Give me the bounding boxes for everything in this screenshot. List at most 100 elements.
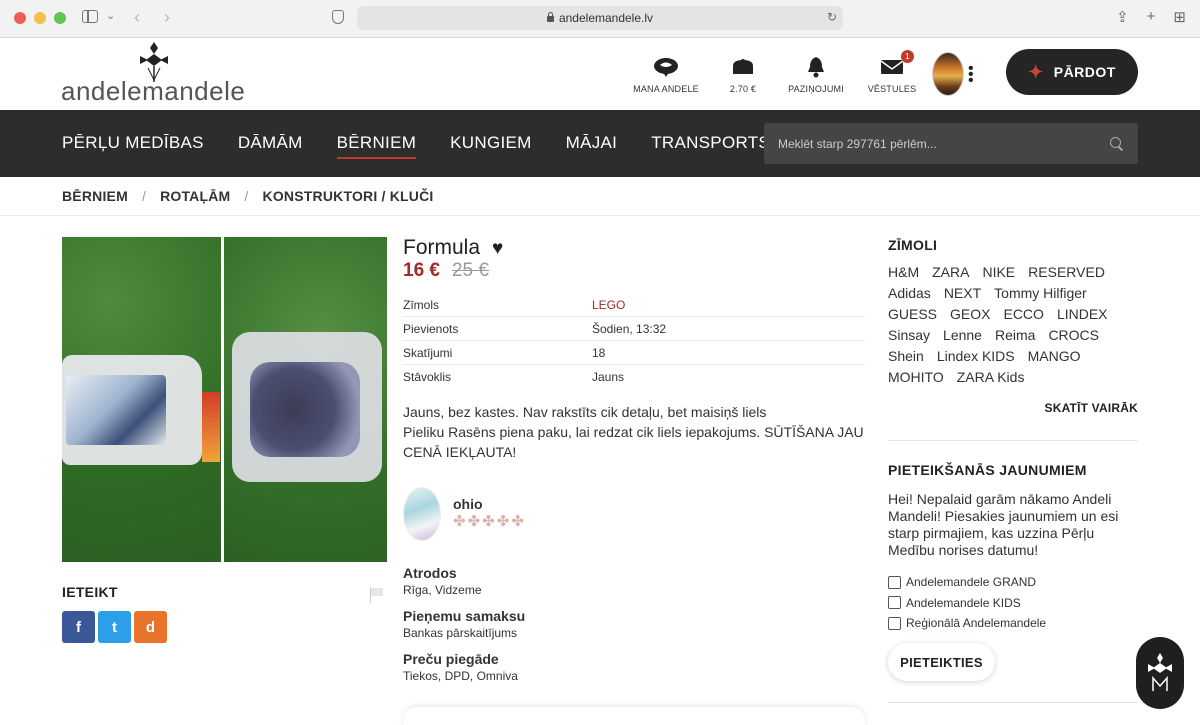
brand-link[interactable]: ZARA Kids <box>957 369 1025 386</box>
rating-star-icon: ✤ <box>467 513 481 530</box>
reload-icon[interactable]: ↻ <box>827 10 837 24</box>
description-line-2: Pieliku Rasēns piena paku, lai redzat ci… <box>403 424 864 460</box>
sell-button[interactable]: ✦ PĀRDOT <box>1006 49 1138 95</box>
payment-value: Bankas pārskaitījums <box>403 626 518 640</box>
brand-link[interactable]: GUESS <box>888 306 937 323</box>
brand-link[interactable]: Sinsay <box>888 327 930 344</box>
checkbox[interactable] <box>888 575 901 589</box>
divider <box>888 440 1138 441</box>
brand-link[interactable]: Lenne <box>943 327 982 344</box>
search-icon[interactable] <box>1110 136 1124 151</box>
bell-icon <box>806 56 826 78</box>
back-icon[interactable]: ‹ <box>134 7 140 28</box>
new-tab-icon[interactable]: + <box>1147 8 1156 26</box>
balance-link[interactable]: 2.70 € <box>708 56 778 94</box>
delivery-title: Preču piegāde <box>403 651 499 667</box>
option-label: Andelemandele GRAND <box>906 575 1037 590</box>
brand-link[interactable]: NIKE <box>982 264 1015 281</box>
mana-andele-label: MANA ANDELE <box>633 84 699 94</box>
floating-logo-button[interactable] <box>1136 637 1184 709</box>
product-photo-2[interactable] <box>224 237 387 562</box>
report-flag-icon[interactable] <box>370 587 384 603</box>
main-navigation: PĒRĻU MEDĪBAS DĀMĀM BĒRNIEM KUNGIEM MĀJA… <box>0 110 1200 177</box>
messages-badge: 1 <box>901 50 914 63</box>
nav-item-kungiem[interactable]: KUNGIEM <box>450 133 531 155</box>
tab-overview-icon[interactable]: ⊞ <box>1173 8 1186 26</box>
checkbox[interactable] <box>888 616 901 630</box>
nav-item-majai[interactable]: MĀJAI <box>566 133 618 155</box>
brand-link[interactable]: Reima <box>995 327 1035 344</box>
breadcrumb-separator: / <box>141 188 147 204</box>
option-label: Andelemandele KIDS <box>906 595 1021 610</box>
brand-link[interactable]: CROCS <box>1048 327 1099 344</box>
brand-link[interactable]: ECCO <box>1003 306 1043 323</box>
facebook-share-button[interactable]: f <box>62 611 95 643</box>
brand-link[interactable]: ZARA <box>932 264 969 281</box>
subscribe-button[interactable]: PIETEIKTIES <box>888 643 995 681</box>
brand-link[interactable]: LEGO <box>592 298 625 312</box>
brand-link[interactable]: Lindex KIDS <box>937 348 1015 365</box>
nav-item-berniem[interactable]: BĒRNIEM <box>336 133 417 159</box>
site-logo[interactable]: andelemandele <box>61 42 251 106</box>
payment-block: Pieņemu samaksu Bankas pārskaitījums <box>403 608 525 640</box>
balance-label: 2.70 € <box>729 84 757 94</box>
share-icon[interactable]: ⇪ <box>1116 8 1129 26</box>
nav-item-perlu-medibas[interactable]: PĒRĻU MEDĪBAS <box>62 133 204 155</box>
nav-item-damam[interactable]: DĀMĀM <box>238 133 303 155</box>
product-title-row: Formula ♥ <box>403 236 503 260</box>
breadcrumb-item-konstruktori[interactable]: KONSTRUKTORI / KLUČI <box>263 188 434 204</box>
header-actions: MANA ANDELE 2.70 € PAZIŅOJUMI 1 VĒSTULES <box>628 50 920 94</box>
product-photo-1[interactable] <box>62 237 221 562</box>
location-title: Atrodos <box>403 565 457 581</box>
rating-star-icon: ✤ <box>453 513 466 530</box>
draugiem-share-button[interactable]: d <box>134 611 167 643</box>
sidebar-toggle-icon[interactable] <box>82 10 98 23</box>
forward-icon[interactable]: › <box>164 7 170 28</box>
messages-link[interactable]: 1 VĒSTULES <box>864 50 920 94</box>
brand-link[interactable]: GEOX <box>950 306 990 323</box>
checkbox[interactable] <box>888 596 901 610</box>
chevron-down-icon[interactable]: ⌄ <box>106 9 115 22</box>
heart-icon[interactable]: ♥ <box>492 239 503 258</box>
nav-item-transports[interactable]: TRANSPORTS <box>651 133 770 155</box>
breadcrumb-item-rotalam[interactable]: ROTAĻĀM <box>160 188 230 204</box>
search-bar <box>764 123 1138 164</box>
address-bar[interactable]: andelemandele.lv ↻ <box>357 6 843 30</box>
price-row: 16 € 25 € <box>403 260 489 282</box>
seller-avatar[interactable] <box>403 487 441 541</box>
newsletter-option[interactable]: Andelemandele KIDS <box>888 593 1046 614</box>
brand-link[interactable]: NEXT <box>944 285 981 302</box>
brand-link[interactable]: H&M <box>888 264 919 281</box>
category-menu: PĒRĻU MEDĪBAS DĀMĀM BĒRNIEM KUNGIEM MĀJA… <box>62 110 804 177</box>
old-price: 25 € <box>451 260 489 281</box>
more-menu-icon[interactable]: • • • <box>968 61 974 89</box>
brand-link[interactable]: MOHITO <box>888 369 944 386</box>
see-more-brands-link[interactable]: SKATĪT VAIRĀK <box>1045 401 1139 415</box>
close-window-button[interactable] <box>14 12 26 24</box>
search-input[interactable] <box>778 136 1110 151</box>
newsletter-option[interactable]: Andelemandele GRAND <box>888 572 1046 593</box>
brand-link[interactable]: MANGO <box>1028 348 1081 365</box>
notifications-link[interactable]: PAZIŅOJUMI <box>786 56 846 94</box>
twitter-share-button[interactable]: t <box>98 611 131 643</box>
seller-rating: ✤ ✤ ✤ ✤ ✤ <box>453 512 524 530</box>
brand-link[interactable]: Shein <box>888 348 924 365</box>
product-page: IETEIKT f t d Formula ♥ 16 € 25 € Zīmols… <box>0 216 1200 725</box>
brand-link[interactable]: Tommy Hilfiger <box>994 285 1087 302</box>
brand-link[interactable]: LINDEX <box>1057 306 1108 323</box>
seller-name[interactable]: ohio <box>453 496 483 512</box>
logo-text: andelemandele <box>61 76 246 106</box>
brand-link[interactable]: RESERVED <box>1028 264 1105 281</box>
maximize-window-button[interactable] <box>54 12 66 24</box>
detail-value: 18 <box>592 345 606 360</box>
product-description: Jauns, bez kastes. Nav rakstīts cik deta… <box>403 402 865 462</box>
user-avatar[interactable] <box>932 52 964 96</box>
breadcrumb-item-berniem[interactable]: BĒRNIEM <box>62 188 128 204</box>
detail-value: Šodien, 13:32 <box>592 321 667 336</box>
privacy-shield-icon[interactable] <box>332 10 344 24</box>
rating-star-icon: ✤ <box>496 513 510 530</box>
brand-link[interactable]: Adidas <box>888 285 931 302</box>
newsletter-option[interactable]: Reģionālā Andelemandele <box>888 613 1046 634</box>
minimize-window-button[interactable] <box>34 12 46 24</box>
mana-andele-link[interactable]: MANA ANDELE <box>628 56 704 94</box>
